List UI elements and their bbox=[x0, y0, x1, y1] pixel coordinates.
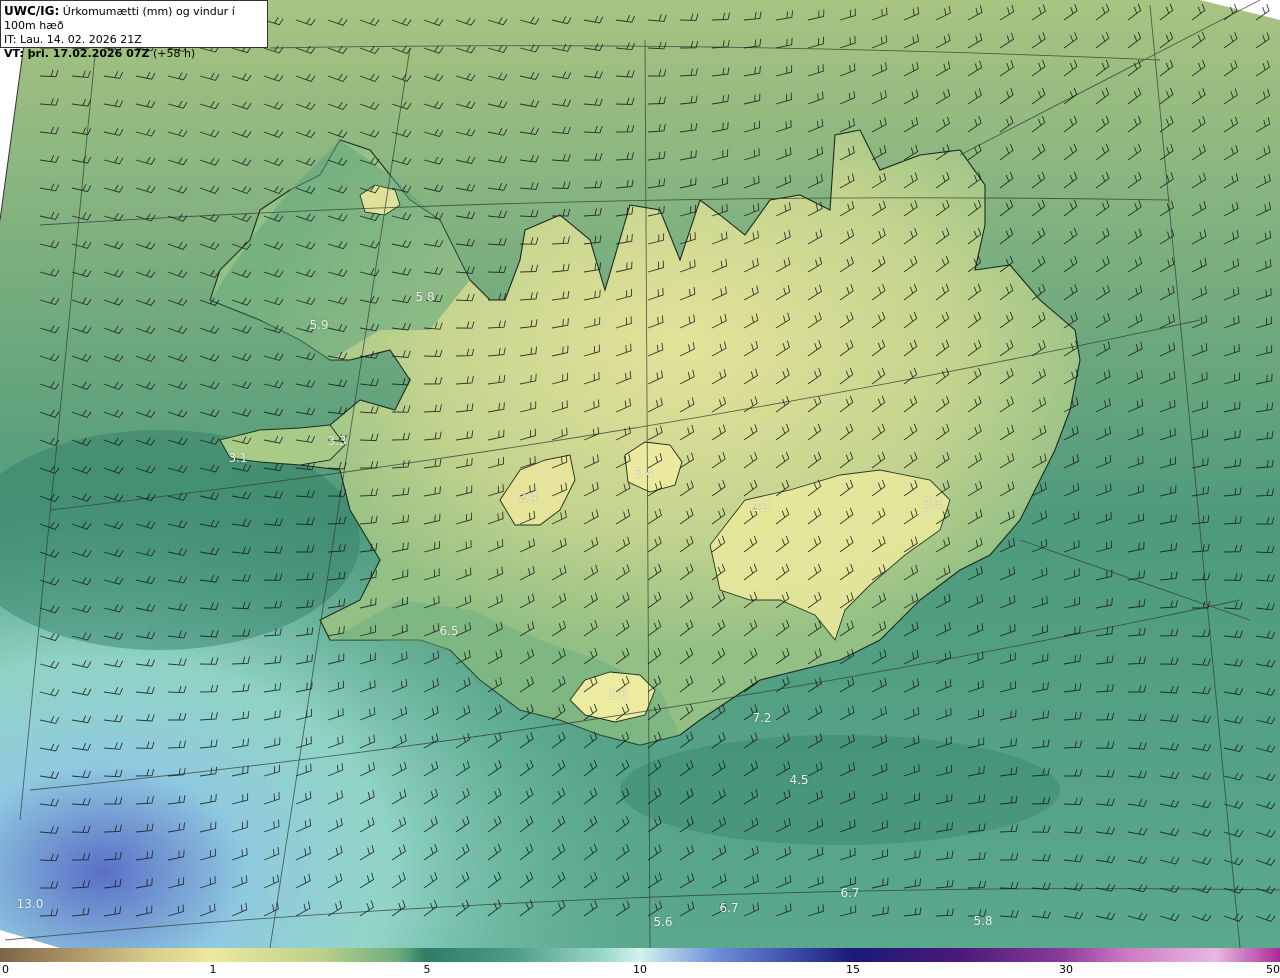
map-value-label: 5.6 bbox=[653, 915, 673, 929]
colorbar-tick-label: 50 bbox=[1266, 963, 1280, 976]
map-value-label: 4.5 bbox=[789, 773, 809, 787]
map-value-label: 1.6 bbox=[608, 687, 628, 701]
colorbar-tick-label: 30 bbox=[1059, 963, 1073, 976]
colorbar bbox=[0, 948, 1280, 962]
colorbar-tick-label: 5 bbox=[423, 963, 431, 976]
colorbar-tick-label: 15 bbox=[846, 963, 860, 976]
map-value-label: 6.7 bbox=[719, 901, 739, 915]
colorbar-labels: 0 1 5 10 15 30 50 bbox=[0, 962, 1280, 978]
map-value-label: 3.3 bbox=[327, 434, 347, 448]
map-value-label: 2.4 bbox=[518, 490, 538, 504]
map-value-label: 5.8 bbox=[973, 914, 993, 928]
map-value-label: 5.8 bbox=[415, 290, 435, 304]
colorbar-tick-label: 1 bbox=[209, 963, 217, 976]
init-time: IT: Lau. 14. 02. 2026 21Z bbox=[4, 33, 142, 46]
colorbar-tick-label: 10 bbox=[633, 963, 647, 976]
model-name: UWC/IG: bbox=[4, 4, 60, 18]
title-line: UWC/IG: Úrkomumætti (mm) og vindur í 100… bbox=[4, 4, 264, 33]
map-value-label: 6.7 bbox=[840, 886, 860, 900]
forecast-offset: (+58 h) bbox=[152, 47, 196, 60]
map-value-label: 5.9 bbox=[309, 318, 329, 332]
forecast-info-box: UWC/IG: Úrkomumætti (mm) og vindur í 100… bbox=[0, 0, 268, 60]
map-value-label: 13.0 bbox=[16, 897, 44, 911]
map-value-label: 3.1 bbox=[228, 451, 248, 465]
map-value-label: 7.2 bbox=[752, 711, 772, 725]
map-value-label: 2.1 bbox=[923, 496, 943, 510]
map-value-label: 2.1 bbox=[752, 500, 772, 514]
valid-time-line: VT: þri. 17.02.2026 07Z (+58 h) bbox=[4, 47, 264, 61]
map-value-label: 2.4 bbox=[634, 466, 654, 480]
colorbar-tick-label: 0 bbox=[2, 963, 9, 976]
valid-time: VT: þri. 17.02.2026 07Z bbox=[4, 47, 150, 60]
map-value-label: 6.5 bbox=[439, 624, 459, 638]
